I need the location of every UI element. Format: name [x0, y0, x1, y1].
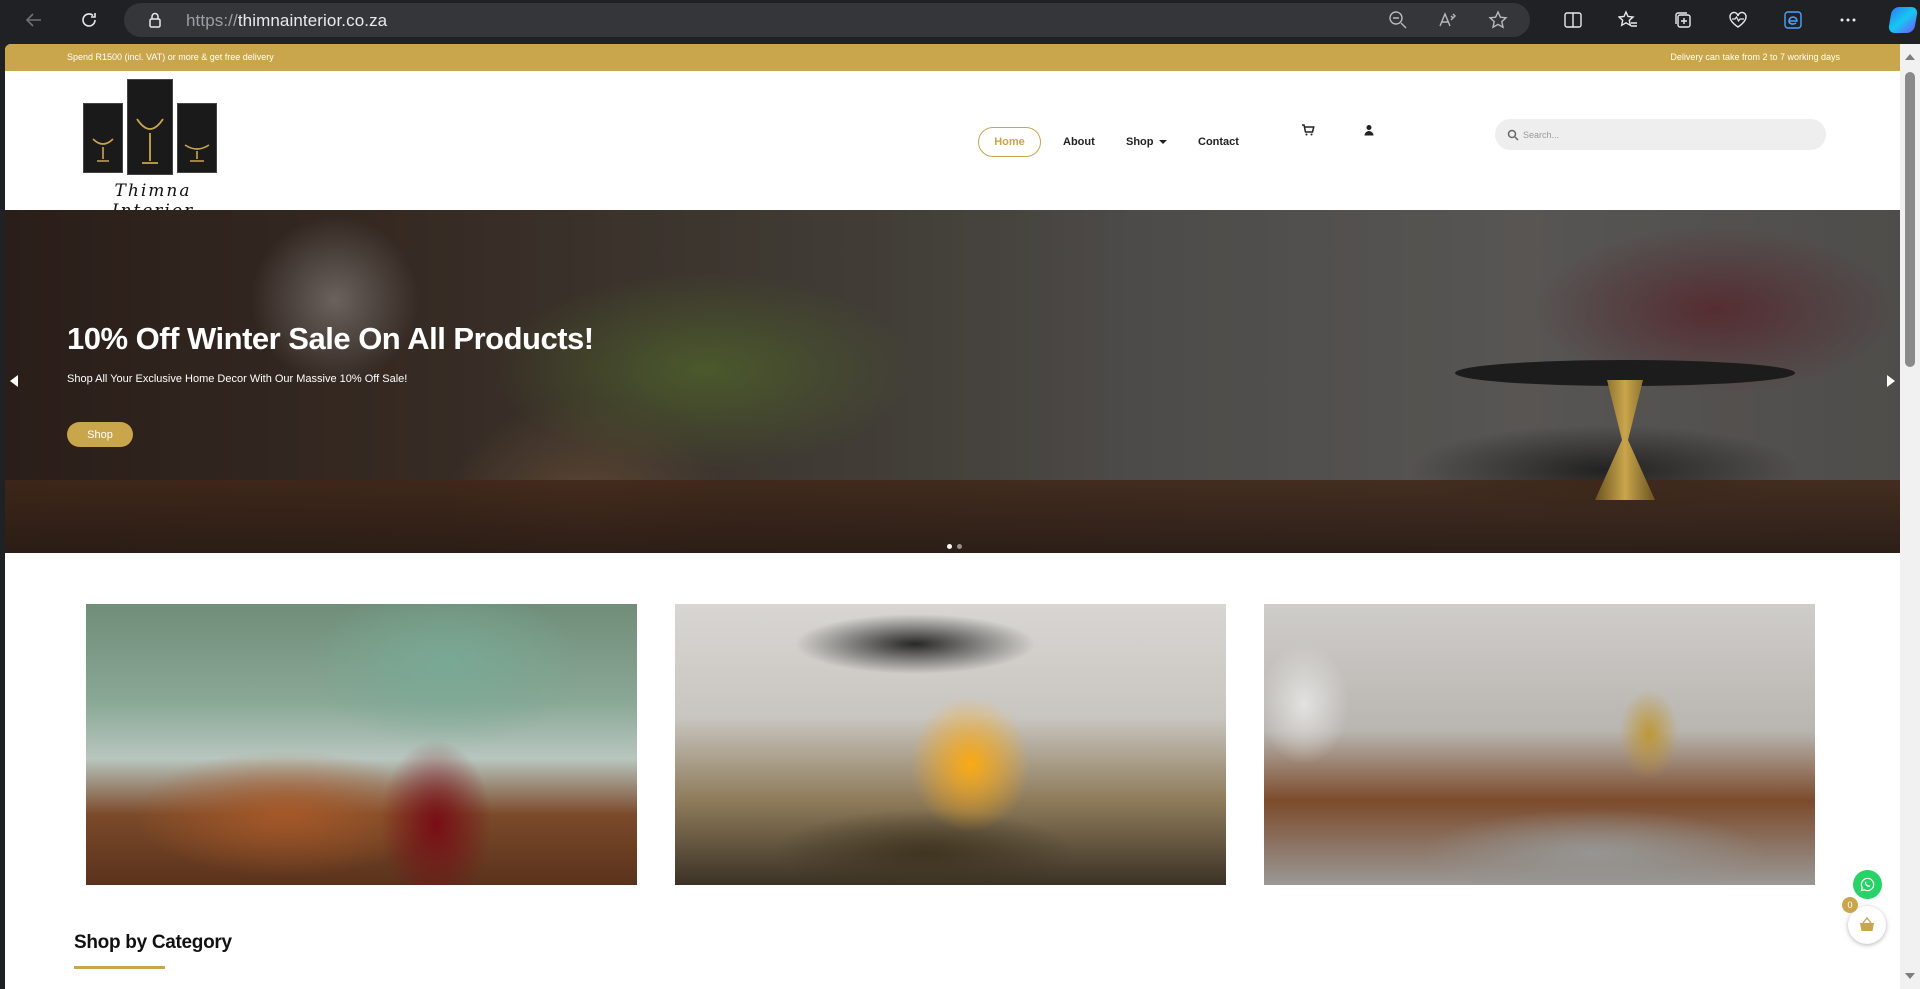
reload-icon[interactable]	[70, 4, 108, 36]
section-title: Shop by Category	[74, 932, 232, 953]
hero-title: 10% Off Winter Sale On All Products!	[67, 321, 594, 356]
delivery-time-notice: Delivery can take from 2 to 7 working da…	[1670, 52, 1840, 62]
url-host: thimnainterior.co.za	[237, 11, 388, 30]
basket-icon	[1860, 916, 1874, 931]
section-underline	[74, 966, 165, 969]
scroll-up-arrow[interactable]	[1905, 54, 1915, 60]
browser-toolbar: https://thimnainterior.co.za	[0, 0, 1920, 40]
promo-bar: Spend R1500 (incl. VAT) or more & get fr…	[5, 44, 1900, 71]
search-input[interactable]	[1523, 119, 1813, 150]
hero-slider: 10% Off Winter Sale On All Products! Sho…	[5, 210, 1900, 553]
nav-contact[interactable]: Contact	[1198, 136, 1239, 148]
nav-home[interactable]: Home	[978, 127, 1041, 157]
edge-icon[interactable]	[1765, 4, 1820, 36]
hero-shop-button[interactable]: Shop	[67, 422, 133, 447]
hero-content: 10% Off Winter Sale On All Products! Sho…	[67, 321, 594, 447]
slider-dot-1[interactable]	[947, 544, 952, 549]
whatsapp-button[interactable]	[1853, 870, 1882, 899]
browser-essentials-icon[interactable]	[1710, 4, 1765, 36]
scroll-thumb[interactable]	[1905, 72, 1915, 367]
favorites-icon[interactable]	[1600, 4, 1655, 36]
page-viewport: Spend R1500 (incl. VAT) or more & get fr…	[5, 44, 1900, 989]
slider-dot-2[interactable]	[957, 544, 962, 549]
slider-prev-arrow[interactable]	[10, 375, 18, 387]
more-icon[interactable]	[1820, 4, 1875, 36]
search-box	[1495, 119, 1826, 150]
whatsapp-icon	[1860, 877, 1875, 892]
address-bar[interactable]: https://thimnainterior.co.za	[124, 3, 1530, 37]
split-screen-icon[interactable]	[1545, 4, 1600, 36]
slider-dots	[947, 544, 962, 549]
site-logo[interactable]: Thimna Interior	[77, 79, 229, 221]
back-icon[interactable]	[15, 4, 53, 36]
slider-next-arrow[interactable]	[1887, 375, 1895, 387]
search-icon[interactable]	[1507, 128, 1519, 141]
nav-shop-label: Shop	[1126, 136, 1154, 148]
user-icon[interactable]	[1362, 123, 1376, 137]
hero-subtitle: Shop All Your Exclusive Home Decor With …	[67, 373, 408, 385]
favorite-star-icon[interactable]	[1480, 8, 1516, 32]
category-image-glassware[interactable]	[86, 604, 637, 885]
lock-icon[interactable]	[146, 11, 164, 29]
category-image-table-decor[interactable]	[1264, 604, 1815, 885]
collections-icon[interactable]	[1655, 4, 1710, 36]
cart-count-badge: 0	[1842, 897, 1858, 913]
category-image-serveware[interactable]	[675, 604, 1226, 885]
url-scheme: https://	[186, 11, 238, 30]
cart-icon[interactable]	[1301, 123, 1315, 137]
zoom-out-icon[interactable]	[1380, 8, 1416, 32]
page-scrollbar[interactable]	[1900, 44, 1920, 989]
copilot-icon	[1887, 7, 1918, 33]
scroll-down-arrow[interactable]	[1905, 973, 1915, 979]
hero-bowl-stem	[1595, 380, 1655, 500]
read-aloud-icon[interactable]	[1430, 8, 1466, 32]
chevron-down-icon	[1158, 140, 1167, 144]
site-header: Thimna Interior Home About Shop Contact	[5, 71, 1900, 221]
url-text[interactable]: https://thimnainterior.co.za	[186, 11, 387, 31]
nav-shop[interactable]: Shop	[1126, 136, 1167, 148]
free-delivery-notice: Spend R1500 (incl. VAT) or more & get fr…	[67, 52, 274, 62]
nav-about[interactable]: About	[1063, 136, 1095, 148]
copilot-button[interactable]	[1875, 4, 1920, 36]
